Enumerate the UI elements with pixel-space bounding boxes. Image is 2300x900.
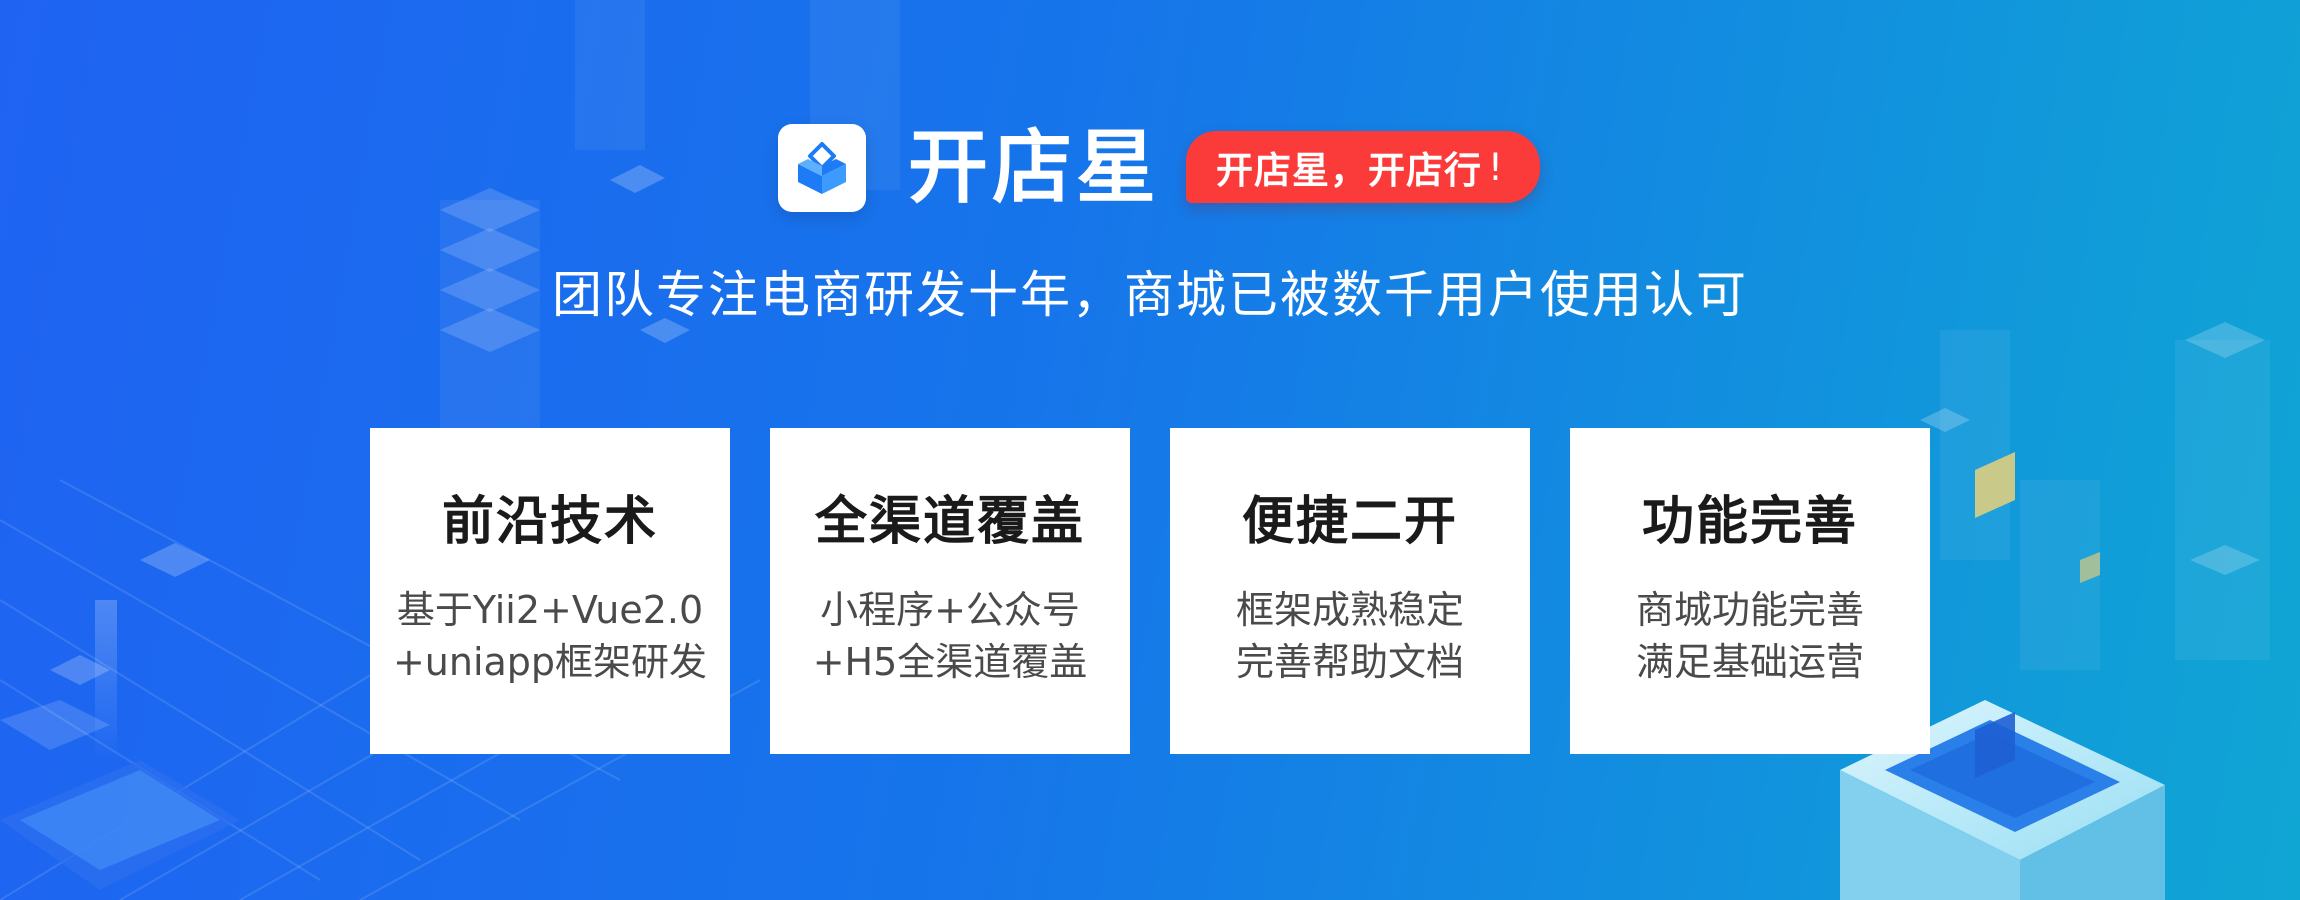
feature-line: 小程序+公众号 [820, 588, 1080, 632]
hero-banner: 开店星 开店星，开店行 ! 团队专注电商研发十年，商城已被数千用户使用认可 前沿… [0, 0, 2300, 900]
feature-description: 商城功能完善 满足基础运营 [1570, 584, 1930, 688]
feature-description: 小程序+公众号 +H5全渠道覆盖 [770, 584, 1130, 688]
feature-line: +H5全渠道覆盖 [812, 640, 1088, 684]
feature-card-features: 功能完善 商城功能完善 满足基础运营 [1570, 428, 1930, 754]
feature-title: 功能完善 [1641, 492, 1858, 552]
slogan-text: 开店星，开店行 [1216, 149, 1482, 192]
tagline: 团队专注电商研发十年，商城已被数千用户使用认可 [552, 266, 1748, 324]
feature-description: 框架成熟稳定 完善帮助文档 [1170, 584, 1530, 688]
feature-title: 便捷二开 [1241, 492, 1458, 552]
feature-line: 基于Yii2+Vue2.0 [396, 588, 704, 632]
brand-header: 开店星 开店星，开店行 ! [778, 122, 1540, 214]
slogan-mark: ! [1488, 145, 1504, 189]
feature-title: 全渠道覆盖 [814, 492, 1085, 552]
feature-line: +uniapp框架研发 [392, 640, 708, 684]
feature-cards: 前沿技术 基于Yii2+Vue2.0 +uniapp框架研发 全渠道覆盖 小程序… [370, 428, 1930, 754]
feature-description: 基于Yii2+Vue2.0 +uniapp框架研发 [370, 584, 730, 688]
feature-card-channels: 全渠道覆盖 小程序+公众号 +H5全渠道覆盖 [770, 428, 1130, 754]
logo [778, 124, 866, 212]
feature-line: 完善帮助文档 [1235, 640, 1464, 684]
feature-line: 框架成熟稳定 [1235, 588, 1464, 632]
feature-line: 满足基础运营 [1635, 640, 1864, 684]
diamond-box-logo-icon [798, 142, 846, 194]
feature-line: 商城功能完善 [1635, 588, 1864, 632]
feature-title: 前沿技术 [441, 492, 658, 552]
feature-card-tech: 前沿技术 基于Yii2+Vue2.0 +uniapp框架研发 [370, 428, 730, 754]
slogan-badge: 开店星，开店行 ! [1186, 131, 1540, 203]
brand-name: 开店星 [908, 121, 1160, 214]
feature-card-customization: 便捷二开 框架成熟稳定 完善帮助文档 [1170, 428, 1530, 754]
